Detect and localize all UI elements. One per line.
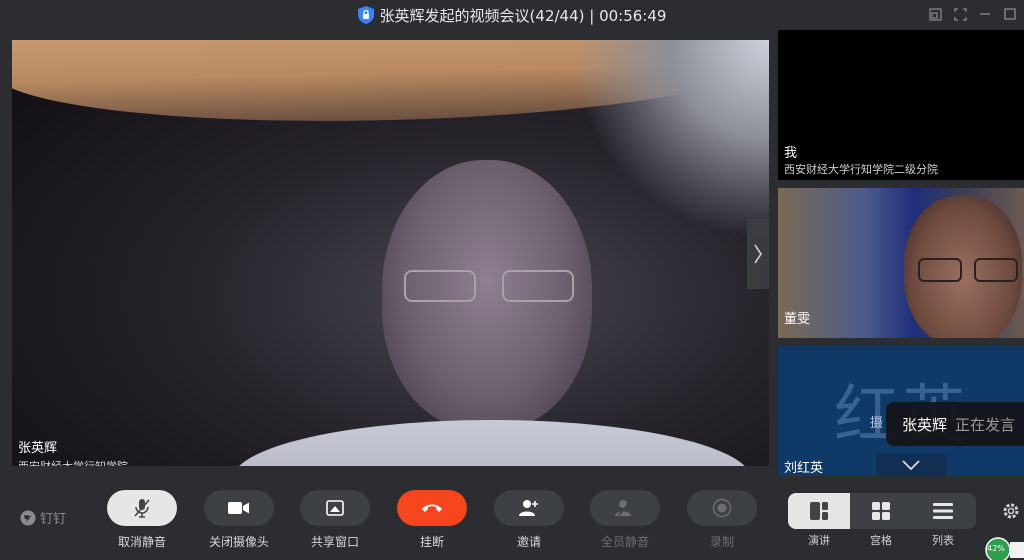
- layout-labels: 演讲 宫格 列表: [788, 532, 976, 548]
- layout-list-button[interactable]: [912, 493, 974, 529]
- layout-grid-label: 宫格: [870, 534, 892, 547]
- layout-switcher: [788, 493, 976, 529]
- invite-label: 邀请: [516, 535, 541, 549]
- maximize-icon[interactable]: [1002, 6, 1018, 22]
- meeting-title: 张英辉发起的视频会议(42/44) | 00:56:49: [0, 0, 1024, 30]
- unmute-label: 取消静音: [117, 535, 166, 549]
- speaking-indicator: 张英辉 正在发言: [886, 402, 1024, 446]
- participant-tile-me[interactable]: 我 西安财经大学行知学院二级分院: [778, 30, 1024, 180]
- camera-icon: [228, 502, 249, 514]
- participant-name: 我: [784, 146, 798, 161]
- dingtalk-logo: 钉钉: [20, 508, 66, 527]
- meeting-window: 张英辉发起的视频会议(42/44) | 00:56:49 张英辉 西: [0, 0, 1024, 560]
- participant-name: 董雯: [784, 312, 811, 327]
- camera-off-label: 关闭摄像头: [208, 535, 269, 549]
- mic-off-icon: [134, 499, 150, 518]
- mute-all-label: 全员静音: [600, 535, 649, 549]
- list-layout-icon: [933, 503, 953, 519]
- add-user-icon: [519, 500, 538, 516]
- camera-hint: 摄: [870, 416, 884, 431]
- meeting-title-text: 张英辉发起的视频会议(42/44) | 00:56:49: [379, 6, 667, 25]
- network-badge: 42%: [984, 536, 1024, 560]
- dingtalk-icon: [20, 510, 36, 525]
- share-screen-icon: [326, 500, 344, 516]
- title-bar: 张英辉发起的视频会议(42/44) | 00:56:49: [0, 0, 1024, 30]
- main-video-org: 西安财经大学行知学院: [18, 458, 128, 466]
- next-page-button[interactable]: [747, 219, 769, 289]
- layout-list-label: 列表: [932, 534, 954, 547]
- share-window-button[interactable]: 共享窗口: [299, 490, 371, 550]
- participant-name: 刘红英: [784, 461, 824, 476]
- shield-icon: [357, 6, 374, 24]
- gear-icon: [1003, 503, 1019, 519]
- mute-all-icon: [615, 500, 632, 516]
- speaker-video-image: [232, 150, 752, 466]
- main-video[interactable]: 张英辉 西安财经大学行知学院: [12, 40, 769, 466]
- expand-list-button[interactable]: [876, 454, 946, 476]
- chevron-right-icon: [754, 244, 762, 264]
- layout-grid-button[interactable]: [850, 493, 912, 529]
- speaker-layout-icon: [810, 502, 828, 520]
- bottom-toolbar: 钉钉 取消静音 关闭摄像头 共享窗口 挂断 邀请 全员静音 录制 演讲 宫格 列…: [0, 476, 1024, 560]
- window-controls: [927, 6, 1018, 22]
- participant-tile-dongwen[interactable]: 董雯: [778, 188, 1024, 338]
- record-button: 录制: [686, 490, 758, 550]
- invite-button[interactable]: 邀请: [493, 490, 565, 550]
- record-icon: [712, 498, 732, 518]
- main-video-name: 张英辉: [18, 441, 58, 456]
- mute-all-button: 全员静音: [589, 490, 661, 550]
- network-percent: 42%: [987, 544, 1005, 553]
- camera-off-button[interactable]: 关闭摄像头: [203, 490, 275, 550]
- hangup-button[interactable]: 挂断: [396, 490, 468, 550]
- participant-org: 西安财经大学行知学院二级分院: [784, 163, 938, 176]
- grid-layout-icon: [872, 502, 890, 520]
- hangup-icon: [422, 504, 442, 512]
- minimize-icon[interactable]: [977, 6, 993, 22]
- layout-speaker-button[interactable]: [788, 493, 850, 529]
- speaking-status: 正在发言: [955, 415, 1016, 434]
- unmute-button[interactable]: 取消静音: [106, 490, 178, 550]
- share-window-label: 共享窗口: [310, 535, 359, 549]
- settings-button[interactable]: [1002, 502, 1020, 524]
- hangup-label: 挂断: [419, 535, 444, 549]
- chevron-down-icon: [902, 460, 920, 471]
- float-window-icon[interactable]: [927, 6, 943, 22]
- record-label: 录制: [709, 535, 734, 549]
- fullscreen-icon[interactable]: [952, 6, 968, 22]
- speaking-name: 张英辉: [902, 415, 948, 434]
- layout-speaker-label: 演讲: [808, 534, 830, 547]
